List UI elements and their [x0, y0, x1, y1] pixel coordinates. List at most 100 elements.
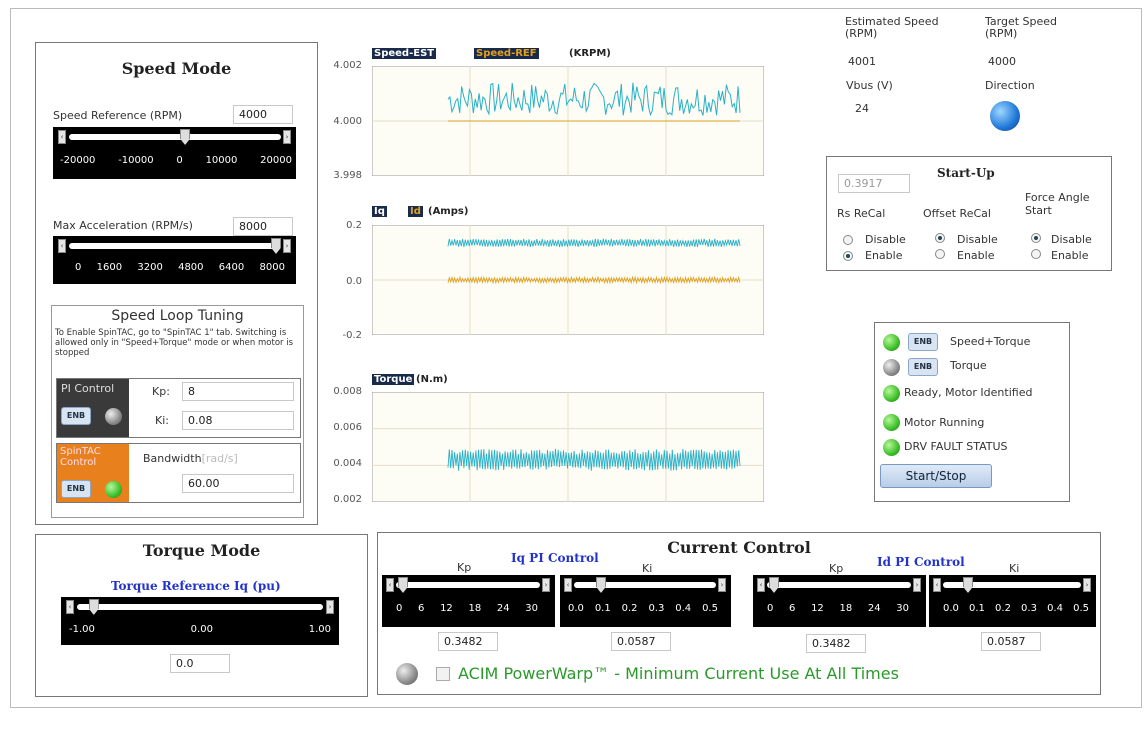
id-kp-label: Kp: [829, 562, 844, 575]
torque-ref-slider[interactable]: ‹ › -1.00 0.00 1.00: [61, 597, 339, 645]
direction-label: Direction: [985, 79, 1035, 92]
slider-left-arrow[interactable]: ‹: [757, 578, 765, 592]
rs-disable-radio[interactable]: [843, 235, 853, 245]
slider-right-arrow[interactable]: ›: [283, 239, 291, 253]
y-tick: 0.002: [333, 494, 362, 505]
torque-ref-label: Torque Reference Iq (pu): [111, 579, 281, 593]
slider-right-arrow[interactable]: ›: [326, 600, 334, 614]
slider-left-arrow[interactable]: ‹: [66, 600, 74, 614]
iq-kp-slider[interactable]: ‹ › 0 6 12 18 24 30: [382, 575, 555, 627]
torque-ticks: -1.00 0.00 1.00: [69, 624, 331, 635]
speed-mode-title: Speed Mode: [121, 59, 232, 78]
est-speed-label: Estimated Speed (RPM): [845, 15, 939, 40]
tick: 0.0: [568, 603, 584, 614]
force-disable-label: Disable: [1051, 233, 1092, 246]
start-stop-button[interactable]: Start/Stop: [880, 464, 992, 488]
slider-left-arrow[interactable]: ‹: [933, 578, 941, 592]
id-kp-field[interactable]: 0.3482: [806, 634, 866, 653]
id-pi-title: Id PI Control: [877, 555, 965, 569]
slider-left-arrow[interactable]: ‹: [564, 578, 572, 592]
tick: 20000: [260, 155, 292, 166]
torque-enb-button[interactable]: ENB: [908, 358, 938, 376]
fault-label: DRV FAULT STATUS: [904, 440, 1008, 453]
tick: 18: [468, 603, 482, 614]
pi-control-cell: PI Control ENB: [57, 379, 129, 437]
max-accel-label: Max Acceleration (RPM/s): [53, 219, 193, 232]
tick: 0.2: [621, 603, 638, 614]
bandwidth-field[interactable]: 60.00: [182, 474, 294, 493]
tick: 6: [418, 603, 425, 614]
y-tick: 3.998: [333, 170, 362, 181]
slider-right-arrow[interactable]: ›: [542, 578, 550, 592]
torque-mode-panel: Torque Mode Torque Reference Iq (pu) ‹ ›…: [35, 534, 368, 697]
tick: 0.4: [675, 603, 692, 614]
ki-field[interactable]: 0.08: [182, 411, 294, 430]
iq-ki-field[interactable]: 0.0587: [611, 632, 671, 651]
tick: -20000: [60, 155, 96, 166]
spintac-box: SpinTAC Control ENB Bandwidth[rad/s] 60.…: [56, 443, 301, 503]
bandwidth-unit: [rad/s]: [201, 452, 238, 465]
slider-right-arrow[interactable]: ›: [718, 578, 726, 592]
current-unit: (Amps): [428, 206, 469, 217]
iq-kp-field[interactable]: 0.3482: [438, 632, 498, 651]
tick: 0.00: [190, 624, 213, 635]
pi-enb-button[interactable]: ENB: [61, 407, 91, 425]
slider-thumb[interactable]: [180, 129, 191, 145]
tick: 0: [767, 603, 774, 614]
target-speed-label: Target Speed (RPM): [985, 15, 1058, 40]
tick: 12: [811, 603, 824, 614]
id-kp-slider[interactable]: ‹ › 0 6 12 18 24 30: [753, 575, 926, 627]
vbus-label: Vbus (V): [846, 79, 893, 92]
speed-torque-enb-button[interactable]: ENB: [908, 333, 938, 351]
slider-thumb[interactable]: [88, 599, 99, 615]
powerwarp-checkbox[interactable]: [436, 667, 450, 681]
slider-track: [396, 582, 540, 588]
slider-track: [77, 604, 323, 610]
fault-led: [883, 439, 900, 456]
tick: 0.4: [1047, 603, 1063, 614]
slider-right-arrow[interactable]: ›: [913, 578, 921, 592]
id-ki-slider[interactable]: ‹ › 0.0 0.1 0.2 0.3 0.4 0.5: [929, 575, 1096, 627]
max-accel-field[interactable]: 8000: [233, 217, 293, 236]
tick: 0.3: [1021, 603, 1037, 614]
tick: 0.5: [1073, 603, 1089, 614]
current-control-panel: Current Control Iq PI Control Id PI Cont…: [377, 532, 1101, 695]
spintac-enb-button[interactable]: ENB: [61, 480, 91, 498]
torque-plot-area: [372, 392, 764, 502]
slider-thumb[interactable]: [271, 238, 281, 254]
target-speed-value: 4000: [988, 55, 1016, 68]
slider-left-arrow[interactable]: ‹: [386, 578, 394, 592]
id-ki-field[interactable]: 0.0587: [981, 632, 1041, 651]
tick: 18: [839, 603, 853, 614]
slider-thumb[interactable]: [398, 577, 408, 593]
offset-enable-radio[interactable]: [935, 249, 945, 259]
current-plot-area: [372, 225, 764, 335]
slider-thumb[interactable]: [769, 577, 779, 593]
torque-ref-field[interactable]: 0.0: [170, 654, 230, 673]
slider-track: [574, 582, 716, 588]
force-enable-radio[interactable]: [1031, 249, 1041, 259]
slider-right-arrow[interactable]: ›: [283, 130, 291, 144]
slider-left-arrow[interactable]: ‹: [58, 239, 66, 253]
speed-unit: (KRPM): [569, 48, 611, 59]
spintac-cell: SpinTAC Control ENB: [57, 444, 129, 502]
legend-speed-est: Speed-EST: [372, 48, 437, 59]
speed-ref-slider[interactable]: ‹ › -20000 -10000 0 10000 20000: [53, 127, 296, 179]
offset-disable-radio[interactable]: [935, 233, 945, 243]
iq-ki-slider[interactable]: ‹ › 0.0 0.1 0.2 0.3 0.4 0.5: [560, 575, 731, 627]
kp-field[interactable]: 8: [182, 382, 294, 401]
max-accel-slider[interactable]: ‹ › 0 1600 3200 4800 6400 8000: [53, 236, 296, 284]
startup-panel: 0.3917 Start-Up Rs ReCal Offset ReCal Fo…: [826, 156, 1112, 271]
force-disable-radio[interactable]: [1031, 233, 1041, 243]
pi-control-box: PI Control ENB Kp: 8 Ki: 0.08: [56, 378, 301, 438]
speed-ref-field[interactable]: 4000: [233, 105, 293, 124]
kp-ticks: 0 6 12 18 24 30: [396, 603, 538, 614]
rs-enable-radio[interactable]: [843, 251, 853, 261]
offset-enable-label: Enable: [957, 249, 995, 262]
slider-right-arrow[interactable]: ›: [1083, 578, 1091, 592]
force-enable-label: Enable: [1051, 249, 1089, 262]
slider-left-arrow[interactable]: ‹: [58, 130, 66, 144]
slider-thumb[interactable]: [596, 577, 606, 593]
slider-thumb[interactable]: [963, 577, 973, 593]
startup-value-field[interactable]: 0.3917: [838, 174, 910, 193]
